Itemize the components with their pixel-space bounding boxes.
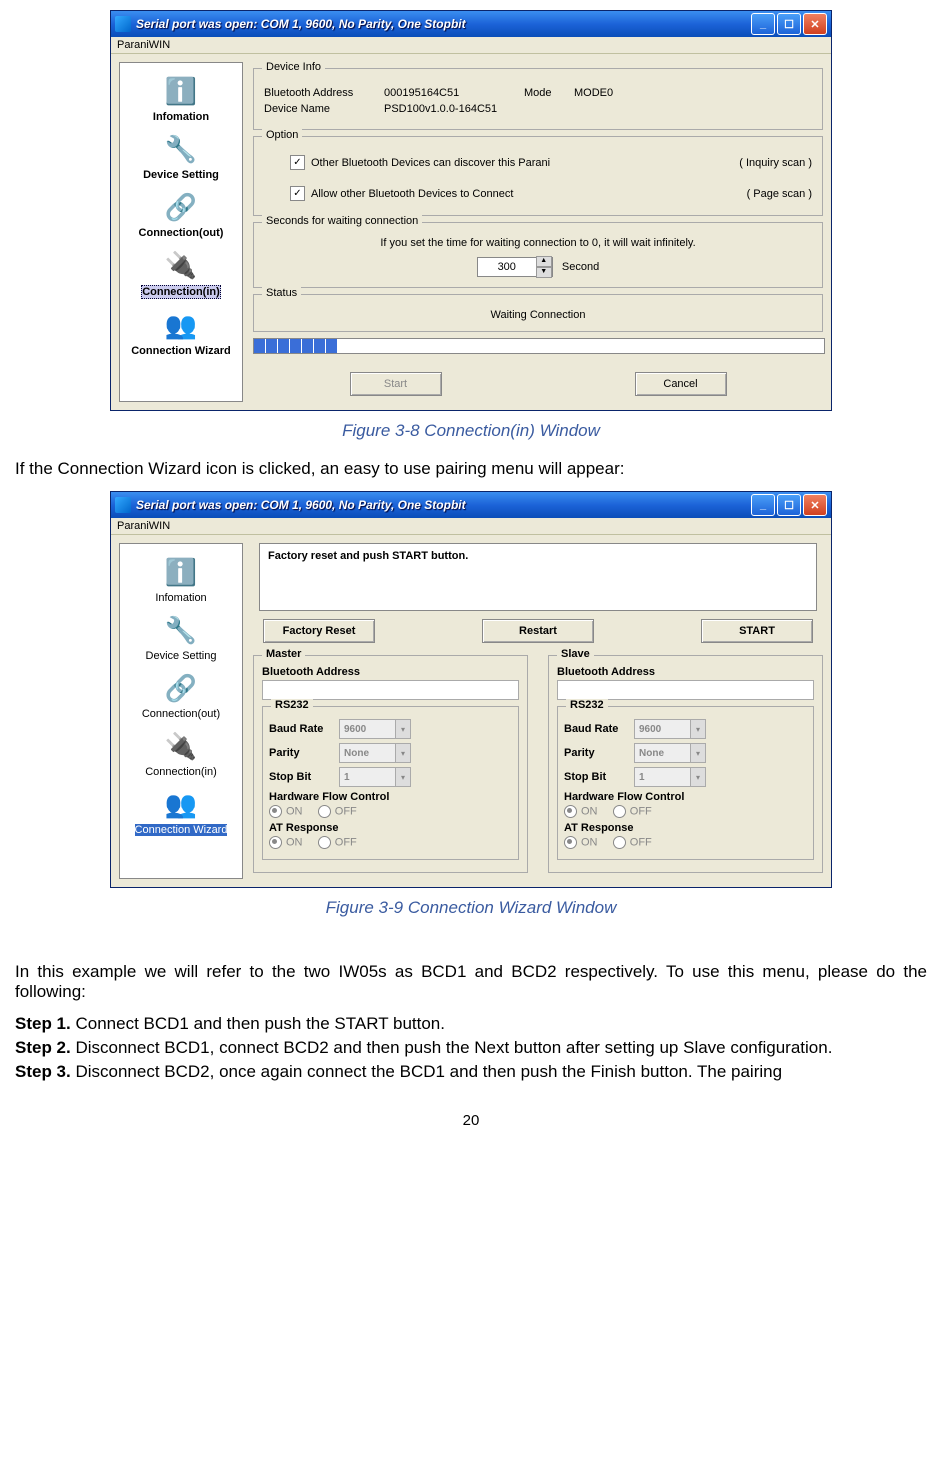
wait-seconds-spinner[interactable]: 300 ▲▼ bbox=[477, 257, 553, 277]
titlebar[interactable]: Serial port was open: COM 1, 9600, No Pa… bbox=[111, 492, 831, 518]
minimize-button[interactable]: _ bbox=[751, 13, 775, 35]
slave-group: Slave Bluetooth Address RS232 Baud Rate … bbox=[548, 655, 823, 873]
sidebar-item-connection-wizard[interactable]: 👥 Connection Wizard bbox=[122, 303, 240, 359]
connection-wizard-window: Serial port was open: COM 1, 9600, No Pa… bbox=[110, 491, 832, 888]
body-paragraph-2: In this example we will refer to the two… bbox=[15, 962, 927, 1002]
mode-label: Mode bbox=[524, 87, 574, 99]
slave-rs232-group: RS232 Baud Rate 9600▾ Parity None▾ Stop … bbox=[557, 706, 814, 860]
sidebar-item-information[interactable]: ℹ️ Infomation bbox=[122, 550, 240, 606]
slave-at-on-radio[interactable] bbox=[564, 836, 577, 849]
master-bt-address-input[interactable] bbox=[262, 680, 519, 700]
sidebar-item-connection-in[interactable]: 🔌 Connection(in) bbox=[122, 724, 240, 780]
inquiry-scan-checkbox[interactable]: ✓ bbox=[290, 155, 305, 170]
sidebar-item-device-setting[interactable]: 🔧 Device Setting bbox=[122, 608, 240, 664]
master-hfc-off-radio[interactable] bbox=[318, 805, 331, 818]
figure-caption-1: Figure 3-8 Connection(in) Window bbox=[15, 421, 927, 441]
master-at-off-radio[interactable] bbox=[318, 836, 331, 849]
status-text: Waiting Connection bbox=[264, 309, 812, 321]
start-button[interactable]: START bbox=[701, 619, 813, 643]
sidebar-item-connection-wizard[interactable]: 👥 Connection Wizard bbox=[122, 782, 240, 838]
master-baud-select[interactable]: 9600▾ bbox=[339, 719, 411, 739]
connection-out-icon: 🔗 bbox=[161, 187, 201, 227]
master-at-on-radio[interactable] bbox=[269, 836, 282, 849]
close-button[interactable]: ✕ bbox=[803, 494, 827, 516]
sidebar: ℹ️ Infomation 🔧 Device Setting 🔗 Connect… bbox=[119, 62, 243, 402]
minimize-button[interactable]: _ bbox=[751, 494, 775, 516]
slave-hfc-off-radio[interactable] bbox=[613, 805, 626, 818]
window-title: Serial port was open: COM 1, 9600, No Pa… bbox=[136, 498, 751, 512]
device-info-group: Device Info Bluetooth Address 000195164C… bbox=[253, 68, 823, 130]
step-3: Step 3. Disconnect BCD2, once again conn… bbox=[15, 1062, 927, 1082]
page-number: 20 bbox=[15, 1112, 927, 1129]
sidebar-item-connection-out[interactable]: 🔗 Connection(out) bbox=[122, 185, 240, 241]
menubar[interactable]: ParaniWIN bbox=[111, 518, 831, 535]
master-rs232-group: RS232 Baud Rate 9600▾ Parity None▾ Stop … bbox=[262, 706, 519, 860]
page-scan-checkbox[interactable]: ✓ bbox=[290, 186, 305, 201]
app-icon bbox=[115, 497, 131, 513]
master-group: Master Bluetooth Address RS232 Baud Rate… bbox=[253, 655, 528, 873]
slave-at-off-radio[interactable] bbox=[613, 836, 626, 849]
wizard-icon: 👥 bbox=[161, 305, 201, 345]
maximize-button[interactable]: ☐ bbox=[777, 494, 801, 516]
step-1: Step 1. Connect BCD1 and then push the S… bbox=[15, 1014, 927, 1034]
slave-stopbit-select[interactable]: 1▾ bbox=[634, 767, 706, 787]
slave-parity-select[interactable]: None▾ bbox=[634, 743, 706, 763]
factory-reset-button[interactable]: Factory Reset bbox=[263, 619, 375, 643]
connection-out-icon: 🔗 bbox=[161, 668, 201, 708]
step-2: Step 2. Disconnect BCD1, connect BCD2 an… bbox=[15, 1038, 927, 1058]
slave-bt-address-input[interactable] bbox=[557, 680, 814, 700]
wizard-icon: 👥 bbox=[161, 784, 201, 824]
wrench-icon: 🔧 bbox=[161, 610, 201, 650]
slave-hfc-on-radio[interactable] bbox=[564, 805, 577, 818]
connection-in-icon: 🔌 bbox=[161, 245, 201, 285]
sidebar-item-information[interactable]: ℹ️ Infomation bbox=[122, 69, 240, 125]
maximize-button[interactable]: ☐ bbox=[777, 13, 801, 35]
sidebar: ℹ️ Infomation 🔧 Device Setting 🔗 Connect… bbox=[119, 543, 243, 879]
slave-baud-select[interactable]: 9600▾ bbox=[634, 719, 706, 739]
mode-value: MODE0 bbox=[574, 87, 613, 99]
close-button[interactable]: ✕ bbox=[803, 13, 827, 35]
sidebar-item-connection-out[interactable]: 🔗 Connection(out) bbox=[122, 666, 240, 722]
titlebar[interactable]: Serial port was open: COM 1, 9600, No Pa… bbox=[111, 11, 831, 37]
master-stopbit-select[interactable]: 1▾ bbox=[339, 767, 411, 787]
option-group: Option ✓ Other Bluetooth Devices can dis… bbox=[253, 136, 823, 216]
app-icon bbox=[115, 16, 131, 32]
start-button[interactable]: Start bbox=[350, 372, 442, 396]
info-icon: ℹ️ bbox=[161, 552, 201, 592]
progress-bar bbox=[253, 338, 825, 354]
figure-caption-2: Figure 3-9 Connection Wizard Window bbox=[15, 898, 927, 918]
wait-group: Seconds for waiting connection If you se… bbox=[253, 222, 823, 288]
master-hfc-on-radio[interactable] bbox=[269, 805, 282, 818]
instruction-text: Factory reset and push START button. bbox=[259, 543, 817, 611]
connection-in-window: Serial port was open: COM 1, 9600, No Pa… bbox=[110, 10, 832, 411]
menubar[interactable]: ParaniWIN bbox=[111, 37, 831, 54]
device-name-value: PSD100v1.0.0-164C51 bbox=[384, 103, 497, 115]
device-name-label: Device Name bbox=[264, 103, 384, 115]
bt-address-label: Bluetooth Address bbox=[264, 87, 384, 99]
info-icon: ℹ️ bbox=[161, 71, 201, 111]
wait-note: If you set the time for waiting connecti… bbox=[264, 237, 812, 249]
master-parity-select[interactable]: None▾ bbox=[339, 743, 411, 763]
status-group: Status Waiting Connection bbox=[253, 294, 823, 332]
connection-in-icon: 🔌 bbox=[161, 726, 201, 766]
wrench-icon: 🔧 bbox=[161, 129, 201, 169]
window-title: Serial port was open: COM 1, 9600, No Pa… bbox=[136, 17, 751, 31]
restart-button[interactable]: Restart bbox=[482, 619, 594, 643]
cancel-button[interactable]: Cancel bbox=[635, 372, 727, 396]
body-paragraph-1: If the Connection Wizard icon is clicked… bbox=[15, 459, 927, 479]
sidebar-item-device-setting[interactable]: 🔧 Device Setting bbox=[122, 127, 240, 183]
sidebar-item-connection-in[interactable]: 🔌 Connection(in) bbox=[122, 243, 240, 301]
bt-address-value: 000195164C51 bbox=[384, 87, 524, 99]
